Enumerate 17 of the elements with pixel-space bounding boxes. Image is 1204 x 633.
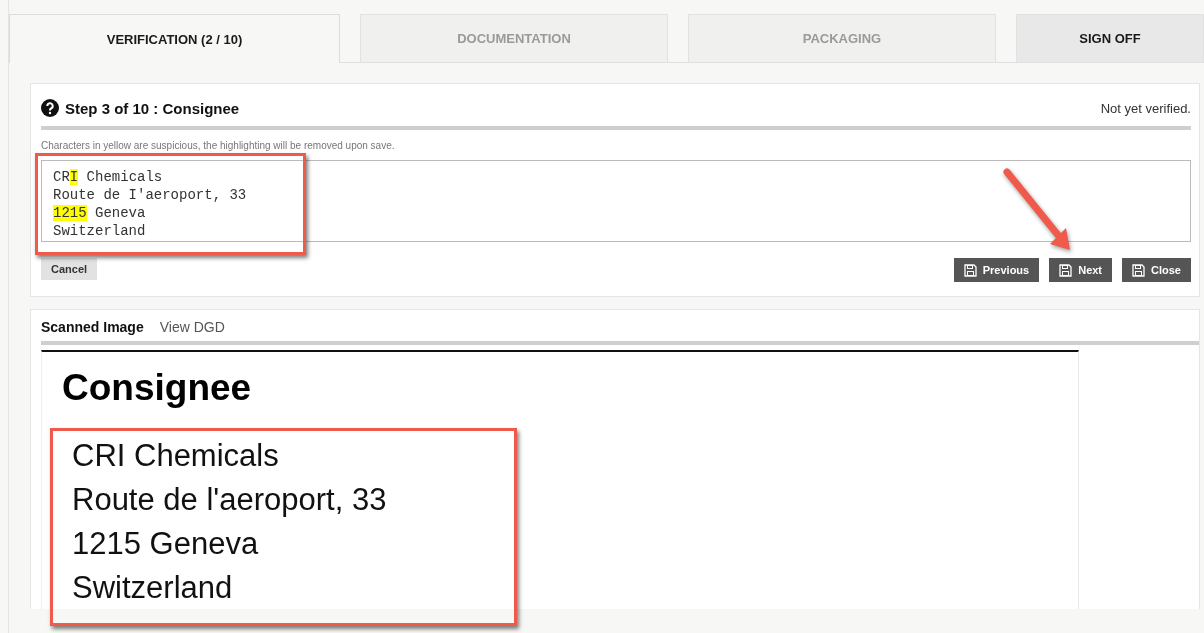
tab[interactable]: View DGD (159, 319, 225, 335)
step-title: Step 3 of 10 : Consignee (65, 99, 240, 117)
document-line: 1215 Geneva (71, 525, 260, 563)
tab[interactable]: SIGN OFF (1016, 14, 1204, 62)
document-line: Switzerland (71, 569, 234, 607)
save-button[interactable]: Previous (953, 258, 1040, 282)
help-icon[interactable] (41, 99, 59, 117)
status-text: Not yet verified. (1100, 100, 1191, 116)
save-button[interactable]: Next (1049, 258, 1113, 282)
save-button[interactable]: Close (1122, 258, 1191, 282)
hint-text: Characters in yellow are suspicious, the highlighting will be removed upon save. (41, 140, 396, 151)
tab[interactable]: Scanned Image (41, 319, 144, 335)
document-line: Route de l'aeroport, 33 (71, 481, 388, 519)
cancel-button[interactable]: Cancel (41, 258, 98, 280)
document-line: CRI Chemicals (71, 437, 280, 475)
tab[interactable]: VERIFICATION (2 / 10) (9, 14, 340, 63)
document-heading: Consignee (62, 367, 253, 409)
